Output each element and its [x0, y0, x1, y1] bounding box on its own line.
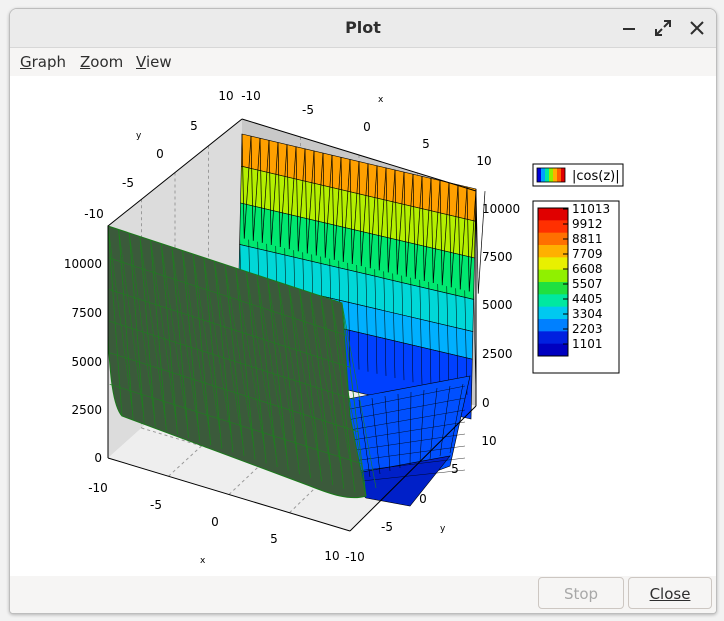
x-tick-bottom: -10 — [88, 481, 108, 495]
z-tick-left: 10000 — [64, 257, 102, 271]
z-tick-right: 10000 — [482, 202, 520, 216]
colorbar-value: 7709 — [572, 247, 603, 261]
close-button-label: Close — [649, 585, 691, 603]
surface-plot: 025005000750010000025005000750010000-10-… — [64, 89, 624, 566]
menu-view-label: View — [136, 53, 172, 71]
legend-swatch — [536, 167, 566, 183]
z-tick-left: 0 — [94, 451, 102, 465]
menu-graph-label: Graph — [20, 53, 67, 71]
colorbar: 1101399128811770966085507440533042203110… — [532, 200, 620, 374]
stop-button-label: Stop — [563, 585, 599, 603]
maximize-icon[interactable] — [653, 18, 673, 38]
x-tick-bottom: -5 — [150, 498, 162, 512]
title-bar: Plot — [10, 9, 716, 48]
menu-zoom-label: Zoom — [80, 53, 124, 71]
colorbar-value: 5507 — [572, 277, 603, 291]
plot-window: Plot Graph Zoom View 0 2500 5000 7500 10… — [9, 8, 717, 614]
footer-bar: Stop Close — [10, 576, 716, 613]
x-tick-top: -10 — [241, 89, 261, 103]
top-y-axis-label: y — [136, 131, 142, 141]
y-tick-top: 0 — [156, 147, 164, 161]
bottom-x-axis-label: x — [200, 556, 206, 566]
z-tick-right: 5000 — [482, 298, 513, 312]
y-tick-top: 5 — [190, 119, 198, 133]
colorbar-value: 9912 — [572, 217, 603, 231]
z-tick-left: 7500 — [71, 306, 102, 320]
z-tick-right: 7500 — [482, 250, 513, 264]
minimize-icon[interactable] — [619, 18, 639, 38]
y-tick-top: -10 — [84, 207, 104, 221]
y-tick-bottom: 0 — [419, 492, 427, 506]
y-tick-bottom: -10 — [345, 550, 365, 564]
x-tick-top: 10 — [476, 154, 491, 168]
legend-box: |cos(z)| — [532, 163, 624, 187]
x-tick-bottom: 5 — [270, 532, 278, 546]
y-tick-bottom: 10 — [481, 434, 496, 448]
z-tick-left: 5000 — [71, 355, 102, 369]
bottom-y-axis-label: y — [440, 524, 446, 534]
colorbar-value: 8811 — [572, 232, 603, 246]
x-tick-bottom: 10 — [324, 549, 339, 563]
colorbar-value: 1101 — [572, 337, 603, 351]
legend-label: |cos(z)| — [572, 169, 620, 184]
x-tick-bottom: 0 — [211, 515, 219, 529]
plot-area: 0 2500 5000 7500 10000 0 2500 5000 7500 10000 -10-… — [10, 76, 716, 576]
z-tick-left: 2500 — [71, 403, 102, 417]
z-tick-right: 2500 — [482, 347, 513, 361]
colorbar-value: 2203 — [572, 322, 603, 336]
colorbar-value: 6608 — [572, 262, 603, 276]
menu-view[interactable]: View — [136, 53, 172, 71]
y-tick-bottom: 5 — [451, 462, 459, 476]
y-tick-top: -5 — [122, 176, 134, 190]
x-tick-top: -5 — [302, 103, 314, 117]
close-button[interactable]: Close — [628, 577, 712, 609]
colorbar-value: 3304 — [572, 307, 603, 321]
x-tick-top: 5 — [422, 137, 430, 151]
close-icon[interactable] — [687, 18, 707, 38]
colorbar-value: 4405 — [572, 292, 603, 306]
y-tick-top: 10 — [218, 89, 233, 103]
stop-button[interactable]: Stop — [538, 577, 624, 609]
menu-zoom[interactable]: Zoom — [80, 53, 123, 71]
menu-bar: Graph Zoom View — [10, 48, 716, 76]
colorbar-gradient — [537, 207, 569, 357]
x-tick-top: 0 — [363, 120, 371, 134]
y-tick-bottom: -5 — [381, 520, 393, 534]
z-tick-right: 0 — [482, 396, 490, 410]
top-x-axis-label: x — [378, 95, 384, 105]
menu-graph[interactable]: Graph — [20, 53, 66, 71]
window-title: Plot — [345, 18, 381, 37]
colorbar-value: 11013 — [572, 202, 610, 216]
